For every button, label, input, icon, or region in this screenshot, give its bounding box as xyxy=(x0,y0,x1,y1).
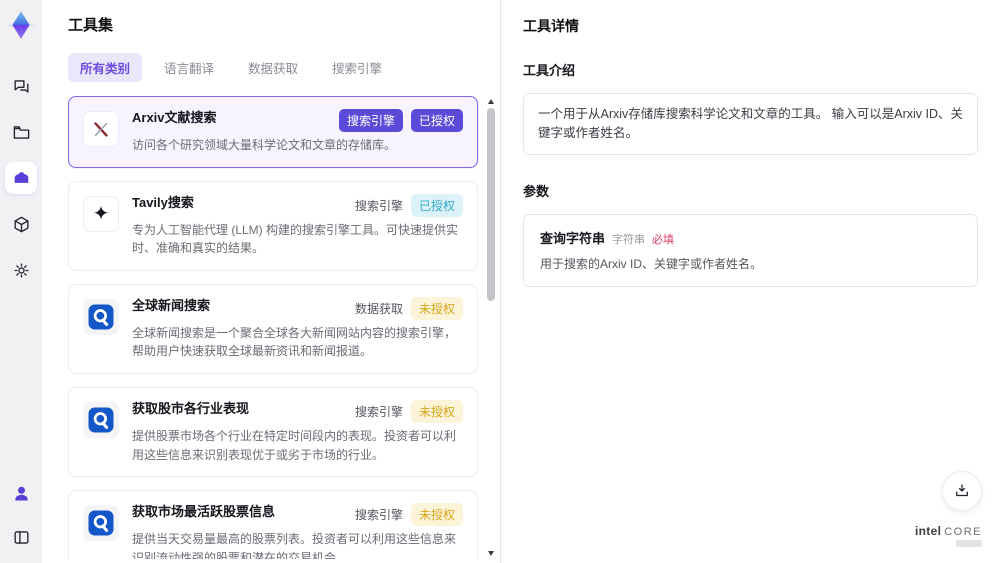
tab-0[interactable]: 所有类别 xyxy=(68,53,143,82)
detail-title: 工具详情 xyxy=(523,18,579,34)
panel-toggle-icon xyxy=(13,530,29,544)
scroll-down-icon[interactable] xyxy=(488,551,494,556)
download-button[interactable] xyxy=(942,471,982,511)
auth-badge: 已授权 xyxy=(410,109,463,132)
param-type: 字符串 xyxy=(612,233,646,246)
user-icon xyxy=(14,486,28,501)
param-name: 查询字符串 xyxy=(540,230,606,246)
tool-desc: 提供当天交易量最高的股票列表。投资者可以利用这些信息来识别流动性强的股票和潜在的… xyxy=(132,532,457,559)
tool-list: Arxiv文献搜索 搜索引擎 已授权 访问各个研究领域大量科学论文和文章的存储库。… xyxy=(68,96,478,559)
category-badge: 搜索引擎 xyxy=(354,198,403,213)
tool-icon xyxy=(83,111,119,147)
tool-icon xyxy=(83,401,119,438)
tool-icon: ✦ xyxy=(83,195,119,232)
scroll-up-icon[interactable] xyxy=(488,99,494,104)
page-title: 工具集 xyxy=(68,17,114,34)
sidebar-item-user[interactable] xyxy=(5,477,37,509)
sidebar-item-toolbox[interactable] xyxy=(5,162,37,194)
params-heading: 参数 xyxy=(523,183,550,199)
tool-card-2[interactable]: 全球新闻搜索 数据获取 未授权 全球新闻搜索是一个聚合全球各大新闻网站内容的搜索引… xyxy=(68,283,478,374)
tool-tags: 数据获取 未授权 xyxy=(354,296,463,320)
scrollbar-thumb[interactable] xyxy=(487,108,495,301)
tab-2[interactable]: 数据获取 xyxy=(236,53,310,82)
intro-heading: 工具介绍 xyxy=(523,63,576,78)
app-logo-icon[interactable] xyxy=(4,8,38,42)
auth-badge: 已授权 xyxy=(410,193,463,217)
tool-card-0[interactable]: Arxiv文献搜索 搜索引擎 已授权 访问各个研究领域大量科学论文和文章的存储库。 xyxy=(68,96,478,168)
news-q-logo-icon xyxy=(88,304,114,330)
param-required-badge: 必填 xyxy=(652,233,675,246)
gear-icon xyxy=(13,262,29,278)
intro-text: 一个用于从Arxiv存储库搜索科学论文和文章的工具。 输入可以是Arxiv ID… xyxy=(523,93,978,155)
tool-name: Tavily搜索 xyxy=(132,194,194,210)
intel-core-logo: intel CORE xyxy=(915,524,982,547)
category-badge: 数据获取 xyxy=(354,301,403,316)
category-badge: 搜索引擎 xyxy=(354,404,403,419)
auth-badge: 未授权 xyxy=(410,503,463,527)
tool-list-panel: 工具集 所有类别 语言翻译 数据获取 搜索引擎 Arxiv文献搜索 搜索引擎 已授权 访… xyxy=(42,0,500,563)
tool-card-4[interactable]: 获取市场最活跃股票信息 搜索引擎 未授权 提供当天交易量最高的股票列表。投资者可以… xyxy=(68,490,478,559)
chat-icon xyxy=(13,79,29,93)
category-tabs: 所有类别 语言翻译 数据获取 搜索引擎 xyxy=(68,53,500,82)
sidebar-item-chat[interactable] xyxy=(5,70,37,102)
tool-icon xyxy=(83,298,119,335)
brand-sub-badge xyxy=(956,540,982,547)
tool-desc: 提供股票市场各个行业在特定时间段内的表现。投资者可以利用这些信息来识别表现优于或… xyxy=(132,428,457,462)
tool-desc: 专为人工智能代理 (LLM) 构建的搜索引擎工具。可快速提供实时、准确和真实的结… xyxy=(132,222,459,256)
download-icon xyxy=(956,484,968,497)
sidebar-item-settings[interactable] xyxy=(5,254,37,286)
tavily-star-icon: ✦ xyxy=(92,202,110,225)
auth-badge: 未授权 xyxy=(410,399,463,423)
tool-icon xyxy=(83,505,119,542)
tool-tags: 搜索引擎 未授权 xyxy=(354,503,463,527)
app-window: 工具集 所有类别 语言翻译 数据获取 搜索引擎 Arxiv文献搜索 搜索引擎 已授权 访… xyxy=(0,0,1000,563)
tool-name: Arxiv文献搜索 xyxy=(132,110,217,125)
param-desc: 用于搜索的Arxiv ID、关键字或作者姓名。 xyxy=(540,256,763,271)
cube-icon xyxy=(13,216,29,232)
category-badge: 搜索引擎 xyxy=(338,109,403,132)
news-q-logo-icon xyxy=(88,407,114,433)
brand-secondary: CORE xyxy=(944,526,982,538)
arxiv-logo-icon xyxy=(94,122,108,137)
sidebar-item-cube[interactable] xyxy=(5,208,37,240)
left-rail xyxy=(0,0,42,563)
tool-card-1[interactable]: ✦ Tavily搜索 搜索引擎 已授权 专为人工智能代理 (LLM) 构建的搜索引… xyxy=(68,180,478,271)
tool-list-scroll-area: Arxiv文献搜索 搜索引擎 已授权 访问各个研究领域大量科学论文和文章的存储库。… xyxy=(68,96,500,559)
tool-name: 全球新闻搜索 xyxy=(132,297,211,313)
tool-tags: 搜索引擎 已授权 xyxy=(338,109,463,132)
brand-primary: intel xyxy=(915,524,942,538)
scrollbar[interactable] xyxy=(487,96,496,559)
tool-tags: 搜索引擎 未授权 xyxy=(354,399,463,423)
tool-card-3[interactable]: 获取股市各行业表现 搜索引擎 未授权 提供股票市场各个行业在特定时间段内的表现。投… xyxy=(68,386,478,478)
tool-name: 获取市场最活跃股票信息 xyxy=(132,504,276,520)
tool-name: 获取股市各行业表现 xyxy=(132,400,250,416)
toolbox-icon xyxy=(14,171,28,183)
tab-1[interactable]: 语言翻译 xyxy=(152,53,226,82)
param-card: 查询字符串 字符串 必填 用于搜索的Arxiv ID、关键字或作者姓名。 xyxy=(523,213,978,287)
folder-icon xyxy=(13,125,29,139)
tab-3[interactable]: 搜索引擎 xyxy=(320,53,394,82)
sidebar-item-panel-toggle[interactable] xyxy=(5,521,37,553)
tool-tags: 搜索引擎 已授权 xyxy=(354,193,463,217)
tool-desc: 全球新闻搜索是一个聚合全球各大新闻网站内容的搜索引擎，帮助用户快速获取全球最新资… xyxy=(132,325,457,359)
news-q-logo-icon xyxy=(88,510,114,536)
auth-badge: 未授权 xyxy=(410,296,463,320)
sidebar-item-folder[interactable] xyxy=(5,116,37,148)
tool-detail-panel: 工具详情 工具介绍 一个用于从Arxiv存储库搜索科学论文和文章的工具。 输入可… xyxy=(500,0,1000,563)
category-badge: 搜索引擎 xyxy=(354,508,403,523)
tool-desc: 访问各个研究领域大量科学论文和文章的存储库。 xyxy=(132,138,397,152)
